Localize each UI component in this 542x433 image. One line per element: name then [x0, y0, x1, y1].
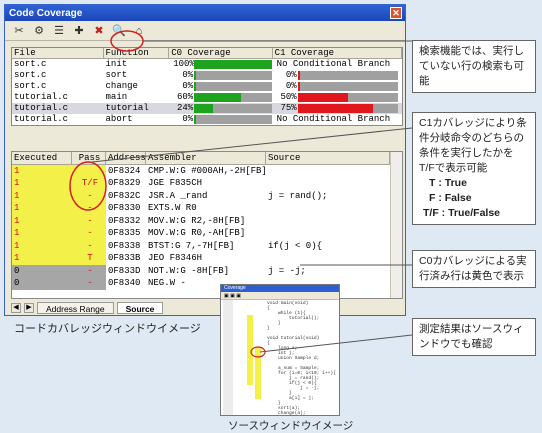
callout-line-c1	[91, 127, 413, 163]
callout-overlay	[69, 30, 413, 358]
find-icon-highlight	[110, 30, 144, 52]
pass-column-highlight	[69, 161, 107, 211]
callout-line-source	[259, 334, 413, 353]
